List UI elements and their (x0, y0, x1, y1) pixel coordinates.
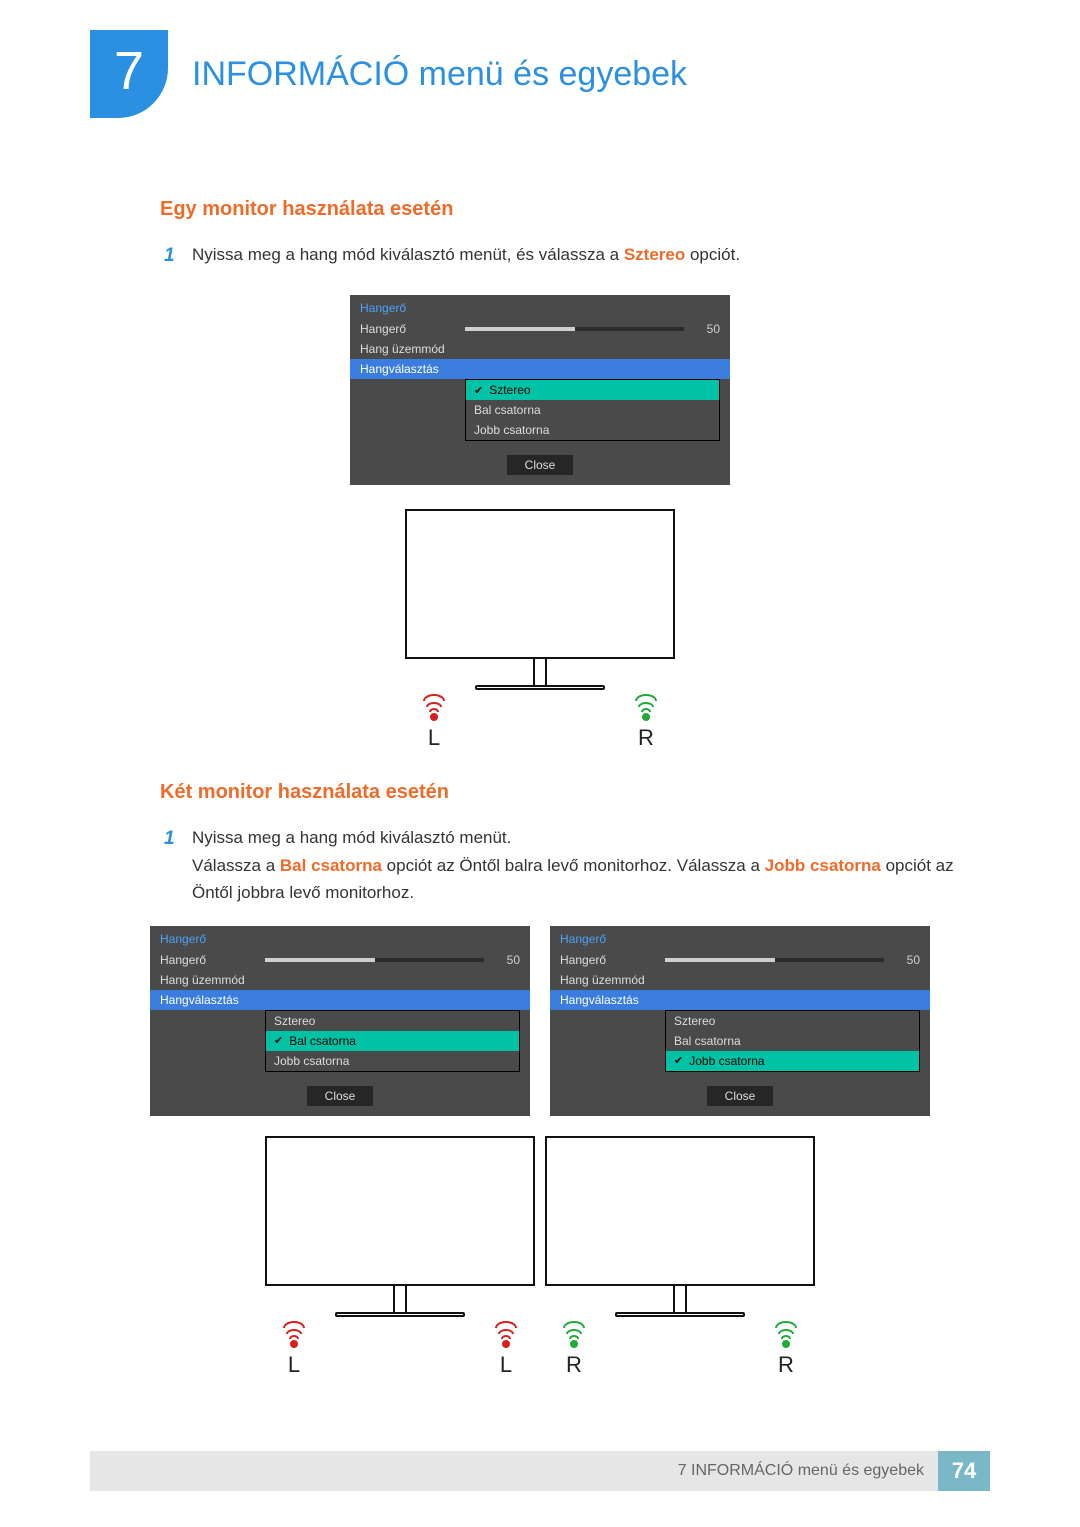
osd-title: Hangerő (550, 926, 930, 950)
option-label: Jobb csatorna (474, 423, 549, 437)
speaker-label-r: R (778, 1352, 794, 1378)
osd-mode-label: Hang üzemmód (360, 342, 455, 356)
close-button[interactable]: Close (507, 455, 574, 475)
step-row: 1 Nyissa meg a hang mód kiválasztó menüt… (164, 824, 990, 906)
speaker-right-icon: R (563, 1321, 585, 1378)
volume-slider[interactable] (265, 958, 484, 962)
speaker-left-icon: L (283, 1321, 305, 1378)
option-label: Bal csatorna (474, 403, 541, 417)
chapter-number-badge: 7 (90, 30, 168, 118)
osd-row-select[interactable]: Hangválasztás (150, 990, 530, 1010)
monitor-illustration-left: L L (265, 1136, 535, 1378)
text: opciót. (685, 245, 740, 264)
speaker-right-icon: R (775, 1321, 797, 1378)
osd-mode-label: Hang üzemmód (560, 973, 655, 987)
monitor-screen (545, 1136, 815, 1286)
close-button[interactable]: Close (307, 1086, 374, 1106)
osd-row-mode[interactable]: Hang üzemmód (550, 970, 930, 990)
check-icon: ✔ (474, 384, 483, 397)
osd-volume-label: Hangerő (360, 322, 455, 336)
volume-value: 50 (494, 953, 520, 967)
osd-title: Hangerő (350, 295, 730, 319)
osd-mode-label: Hang üzemmód (160, 973, 255, 987)
step-text: Nyissa meg a hang mód kiválasztó menüt. … (192, 824, 990, 906)
speaker-label-l: L (288, 1352, 300, 1378)
osd-option-right[interactable]: Jobb csatorna (266, 1051, 519, 1071)
volume-slider[interactable] (465, 327, 684, 331)
page-footer: 7 INFORMÁCIÓ menü és egyebek 74 (90, 1451, 990, 1491)
osd-submenu: ✔ Sztereo Bal csatorna Jobb csatorna (465, 379, 720, 441)
highlight-stereo: Sztereo (624, 245, 685, 264)
osd-option-right[interactable]: Jobb csatorna (466, 420, 719, 440)
osd-select-label: Hangválasztás (160, 993, 255, 1007)
option-label: Bal csatorna (674, 1034, 741, 1048)
speaker-label-l: L (500, 1352, 512, 1378)
step-number: 1 (164, 241, 178, 271)
osd-option-left[interactable]: ✔ Bal csatorna (266, 1031, 519, 1051)
osd-row-select[interactable]: Hangválasztás (550, 990, 930, 1010)
check-icon: ✔ (274, 1034, 283, 1047)
option-label: Sztereo (274, 1014, 315, 1028)
speaker-right-icon: R (635, 694, 657, 751)
step-text: Nyissa meg a hang mód kiválasztó menüt, … (192, 241, 990, 271)
text-line: Nyissa meg a hang mód kiválasztó menüt. (192, 824, 990, 851)
highlight-left-channel: Bal csatorna (280, 856, 382, 875)
speaker-label-r: R (638, 725, 654, 751)
monitor-illustration-right: R R (545, 1136, 815, 1378)
osd-option-stereo[interactable]: Sztereo (666, 1011, 919, 1031)
osd-menu-right: Hangerő Hangerő 50 Hang üzemmód Hangvála… (550, 926, 930, 1116)
speaker-left-icon: L (495, 1321, 517, 1378)
osd-row-volume[interactable]: Hangerő 50 (150, 950, 530, 970)
close-button[interactable]: Close (707, 1086, 774, 1106)
chapter-header: 7 INFORMÁCIÓ menü és egyebek (90, 30, 990, 118)
text-line: Válassza a Bal csatorna opciót az Öntől … (192, 852, 990, 906)
page-number: 74 (938, 1451, 990, 1491)
option-label: Sztereo (489, 383, 530, 397)
step-row: 1 Nyissa meg a hang mód kiválasztó menüt… (164, 241, 990, 271)
osd-option-stereo[interactable]: ✔ Sztereo (466, 380, 719, 400)
chapter-title: INFORMÁCIÓ menü és egyebek (192, 55, 687, 94)
osd-submenu: Sztereo Bal csatorna ✔ Jobb csatorna (665, 1010, 920, 1072)
speaker-left-icon: L (423, 694, 445, 751)
osd-volume-label: Hangerő (160, 953, 255, 967)
monitor-screen (265, 1136, 535, 1286)
option-label: Jobb csatorna (274, 1054, 349, 1068)
volume-slider[interactable] (665, 958, 884, 962)
section-heading-two-monitors: Két monitor használata esetén (160, 781, 990, 804)
osd-option-left[interactable]: Bal csatorna (466, 400, 719, 420)
monitor-illustration: L R (405, 509, 675, 751)
text: Válassza a (192, 856, 280, 875)
osd-option-stereo[interactable]: Sztereo (266, 1011, 519, 1031)
osd-select-label: Hangválasztás (360, 362, 455, 376)
volume-value: 50 (894, 953, 920, 967)
text: Nyissa meg a hang mód kiválasztó menüt, … (192, 245, 624, 264)
osd-select-label: Hangválasztás (560, 993, 655, 1007)
osd-option-right[interactable]: ✔ Jobb csatorna (666, 1051, 919, 1071)
osd-row-select[interactable]: Hangválasztás (350, 359, 730, 379)
chapter-number: 7 (114, 40, 144, 102)
volume-value: 50 (694, 322, 720, 336)
osd-menu-left: Hangerő Hangerő 50 Hang üzemmód Hangvála… (150, 926, 530, 1116)
speaker-label-l: L (428, 725, 440, 751)
check-icon: ✔ (674, 1054, 683, 1067)
osd-row-volume[interactable]: Hangerő 50 (550, 950, 930, 970)
monitor-screen (405, 509, 675, 659)
option-label: Bal csatorna (289, 1034, 356, 1048)
text: opciót az Öntől balra levő monitorhoz. V… (382, 856, 765, 875)
osd-row-mode[interactable]: Hang üzemmód (350, 339, 730, 359)
speaker-label-r: R (566, 1352, 582, 1378)
osd-row-volume[interactable]: Hangerő 50 (350, 319, 730, 339)
osd-option-left[interactable]: Bal csatorna (666, 1031, 919, 1051)
option-label: Sztereo (674, 1014, 715, 1028)
option-label: Jobb csatorna (689, 1054, 764, 1068)
osd-title: Hangerő (150, 926, 530, 950)
section-heading-one-monitor: Egy monitor használata esetén (160, 198, 990, 221)
step-number: 1 (164, 824, 178, 906)
footer-text: 7 INFORMÁCIÓ menü és egyebek (664, 1451, 938, 1491)
highlight-right-channel: Jobb csatorna (765, 856, 881, 875)
osd-volume-label: Hangerő (560, 953, 655, 967)
osd-submenu: Sztereo ✔ Bal csatorna Jobb csatorna (265, 1010, 520, 1072)
osd-menu-stereo: Hangerő Hangerő 50 Hang üzemmód Hangvála… (350, 295, 730, 485)
osd-row-mode[interactable]: Hang üzemmód (150, 970, 530, 990)
